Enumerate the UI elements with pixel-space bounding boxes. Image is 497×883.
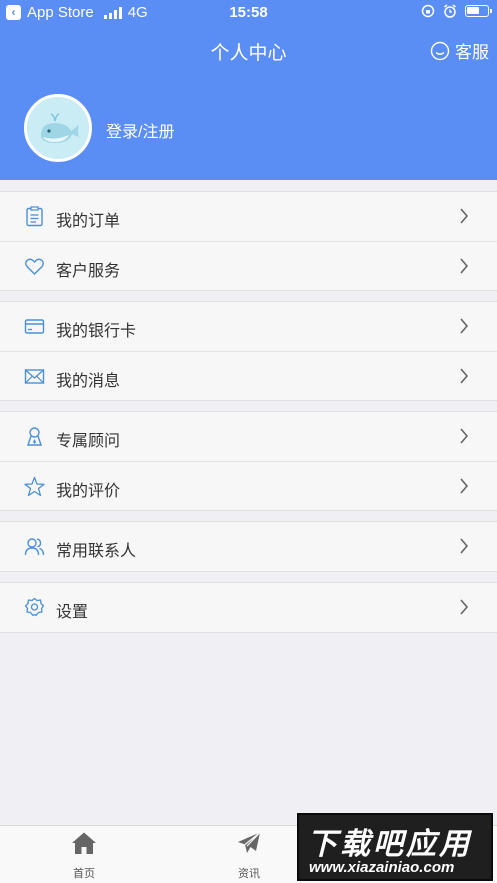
menu-item-label: 常用联系人: [56, 543, 137, 560]
chevron-right-icon: [460, 599, 469, 615]
menu-item-messages[interactable]: 我的消息: [0, 351, 497, 400]
menu-group-advisor: 专属顾问 我的评价: [0, 411, 497, 511]
smiley-icon: [430, 41, 450, 60]
advisor-icon: [27, 427, 42, 446]
menu-item-bank-card[interactable]: 我的银行卡: [0, 302, 497, 351]
chevron-right-icon: [460, 428, 469, 444]
star-icon: [24, 476, 45, 497]
tab-home[interactable]: 首页: [24, 826, 144, 883]
chevron-right-icon: [460, 478, 469, 494]
customer-service-label: 客服: [455, 43, 489, 62]
menu-item-settings[interactable]: 设置: [0, 583, 497, 632]
tab-label: 资讯: [238, 868, 260, 880]
avatar[interactable]: [24, 94, 92, 162]
order-list-icon: [26, 206, 43, 227]
envelope-icon: [24, 369, 45, 384]
menu-item-customer-service[interactable]: 客户服务: [0, 241, 497, 290]
menu-item-label: 我的订单: [56, 213, 121, 230]
tab-label: 首页: [73, 868, 95, 880]
menu-item-reviews[interactable]: 我的评价: [0, 461, 497, 510]
profile-header: ‹ App Store 4G 15:58 个人中心 客服 登录/注册: [0, 0, 497, 180]
paper-plane-icon: [238, 832, 261, 853]
menu-group-account: 我的银行卡 我的消息: [0, 301, 497, 401]
menu-item-label: 客户服务: [56, 263, 121, 280]
menu-group-settings: 设置: [0, 582, 497, 633]
watermark-url: www.xiazainiao.com: [309, 859, 455, 876]
menu-group-orders: 我的订单 客户服务: [0, 191, 497, 291]
chevron-right-icon: [460, 368, 469, 384]
rotation-lock-icon: [421, 4, 435, 18]
watermark-logo: 下载吧应用 www.xiazainiao.com: [297, 813, 493, 881]
status-bar: ‹ App Store 4G 15:58: [0, 0, 497, 26]
chevron-right-icon: [460, 258, 469, 274]
chevron-right-icon: [460, 208, 469, 224]
contacts-icon: [24, 538, 45, 556]
whale-icon: [41, 113, 79, 143]
battery-icon: [465, 5, 492, 17]
menu-item-label: 设置: [56, 604, 89, 621]
login-register-link[interactable]: 登录/注册: [106, 118, 174, 142]
menu-item-advisor[interactable]: 专属顾问: [0, 412, 497, 461]
menu-item-my-orders[interactable]: 我的订单: [0, 192, 497, 241]
chevron-right-icon: [460, 538, 469, 554]
menu-item-label: 我的评价: [56, 483, 121, 500]
gear-icon: [24, 597, 45, 617]
bank-card-icon: [24, 319, 45, 334]
page-title: 个人中心: [210, 43, 287, 64]
customer-service-button[interactable]: 客服: [430, 38, 489, 63]
watermark-title: 下载吧应用: [307, 828, 472, 861]
tab-news[interactable]: 资讯: [189, 826, 309, 883]
menu-group-contacts: 常用联系人: [0, 521, 497, 572]
menu-item-label: 我的消息: [56, 373, 121, 390]
chevron-right-icon: [460, 318, 469, 334]
alarm-icon: [444, 4, 456, 18]
menu-item-label: 我的银行卡: [56, 323, 137, 340]
menu-item-label: 专属顾问: [56, 433, 121, 450]
heart-icon: [25, 258, 44, 275]
menu-item-contacts[interactable]: 常用联系人: [0, 522, 497, 571]
home-icon: [72, 832, 96, 854]
